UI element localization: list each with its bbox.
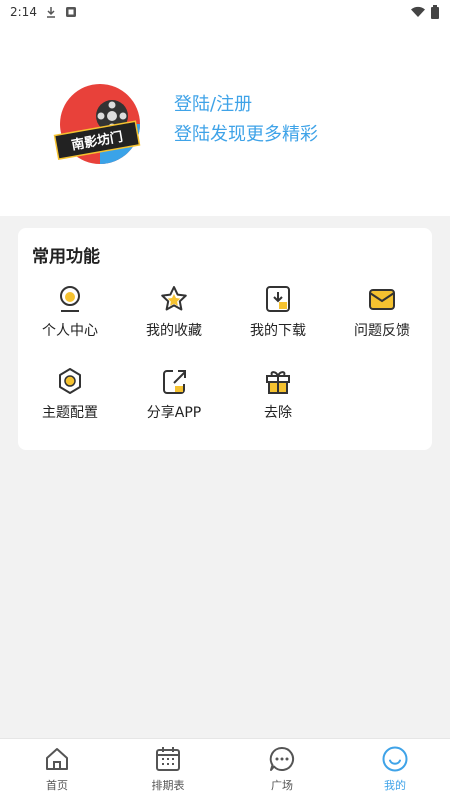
features-card: 常用功能 个人中心 我的收藏 我的下载 问题反馈 主题配置 分享APP 去除 — [18, 228, 432, 450]
login-block[interactable]: 登陆/注册 登陆发现更多精彩 — [174, 92, 318, 148]
person-icon — [60, 286, 80, 312]
login-register-link[interactable]: 登陆/注册 — [174, 92, 318, 118]
feature-label: 个人中心 — [42, 323, 98, 339]
feature-personal-center[interactable]: 个人中心 — [18, 284, 122, 354]
download-box-icon — [266, 286, 290, 312]
notification-icon — [65, 7, 76, 17]
feature-remove[interactable]: 去除 — [226, 366, 330, 436]
chat-icon — [269, 746, 295, 771]
smile-icon — [382, 746, 408, 772]
calendar-icon — [156, 747, 180, 771]
status-time: 2:14 — [10, 5, 37, 19]
feature-share-app[interactable]: 分享APP — [122, 366, 226, 436]
feature-label: 分享APP — [146, 405, 202, 421]
tab-label: 首页 — [46, 779, 68, 792]
home-icon — [46, 748, 68, 770]
feature-label: 去除 — [264, 405, 292, 421]
feature-my-downloads[interactable]: 我的下载 — [226, 284, 330, 354]
tab-home[interactable]: 首页 — [17, 745, 97, 793]
tab-label: 我的 — [384, 779, 406, 792]
status-bar: 2:14 — [0, 0, 450, 24]
theme-icon — [59, 368, 81, 394]
tab-schedule[interactable]: 排期表 — [128, 745, 208, 793]
share-icon — [163, 370, 186, 394]
login-subtitle[interactable]: 登陆发现更多精彩 — [174, 122, 318, 148]
mail-icon — [369, 289, 395, 310]
app-logo[interactable]: 南影坊门 — [50, 78, 146, 174]
feature-label: 主题配置 — [42, 405, 98, 421]
features-title: 常用功能 — [32, 247, 100, 267]
bottom-tab-bar: 首页 排期表 广场 我的 — [0, 738, 450, 800]
tab-square[interactable]: 广场 — [242, 745, 322, 793]
feature-label: 问题反馈 — [354, 323, 410, 339]
star-icon — [161, 286, 187, 311]
feature-label: 我的下载 — [250, 323, 306, 339]
gift-icon — [266, 371, 290, 394]
feature-feedback[interactable]: 问题反馈 — [330, 284, 434, 354]
feature-theme-config[interactable]: 主题配置 — [18, 366, 122, 436]
feature-my-favorites[interactable]: 我的收藏 — [122, 284, 226, 354]
feature-label: 我的收藏 — [146, 323, 202, 339]
download-icon — [46, 7, 55, 18]
tab-label: 排期表 — [151, 779, 185, 792]
wifi-icon — [411, 6, 425, 17]
battery-icon — [431, 5, 439, 19]
tab-label: 广场 — [271, 779, 293, 792]
profile-header: 南影坊门 登陆/注册 登陆发现更多精彩 — [0, 24, 450, 216]
tab-mine[interactable]: 我的 — [355, 745, 435, 793]
